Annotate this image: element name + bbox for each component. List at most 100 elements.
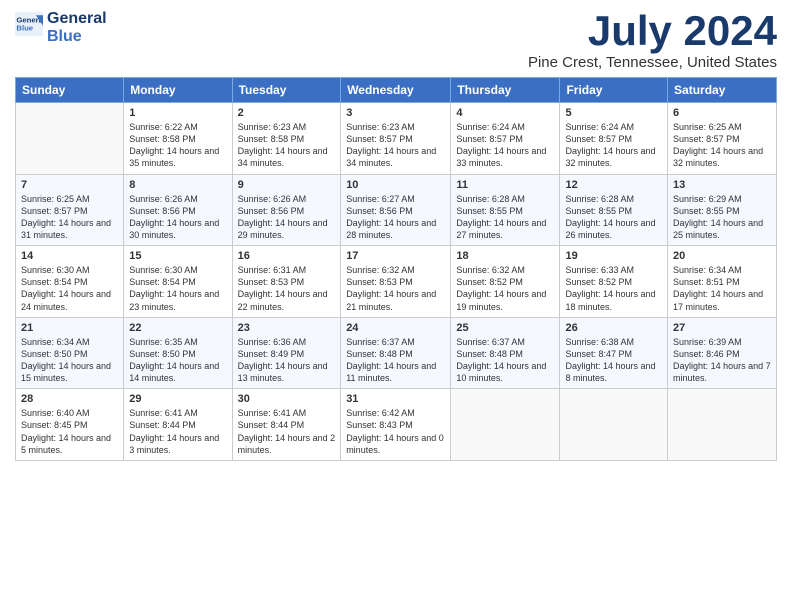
- logo-icon: General Blue: [15, 10, 43, 38]
- week-row-2: 7 Sunrise: 6:25 AM Sunset: 8:57 PM Dayli…: [16, 174, 777, 246]
- cell-content: Sunrise: 6:32 AM Sunset: 8:53 PM Dayligh…: [346, 264, 445, 313]
- day-number: 4: [456, 107, 554, 119]
- calendar-cell: [668, 389, 777, 461]
- cell-content: Sunrise: 6:23 AM Sunset: 8:57 PM Dayligh…: [346, 121, 445, 170]
- day-number: 12: [565, 179, 662, 191]
- calendar-cell: 7 Sunrise: 6:25 AM Sunset: 8:57 PM Dayli…: [16, 174, 124, 246]
- cell-content: Sunrise: 6:30 AM Sunset: 8:54 PM Dayligh…: [129, 264, 226, 313]
- calendar-cell: 29 Sunrise: 6:41 AM Sunset: 8:44 PM Dayl…: [124, 389, 232, 461]
- col-header-friday: Friday: [560, 78, 668, 103]
- day-number: 11: [456, 179, 554, 191]
- day-number: 10: [346, 179, 445, 191]
- cell-content: Sunrise: 6:28 AM Sunset: 8:55 PM Dayligh…: [456, 193, 554, 242]
- logo-blue: Blue: [47, 28, 107, 46]
- cell-content: Sunrise: 6:23 AM Sunset: 8:58 PM Dayligh…: [238, 121, 336, 170]
- title-area: July 2024 Pine Crest, Tennessee, United …: [528, 10, 777, 71]
- calendar-cell: 26 Sunrise: 6:38 AM Sunset: 8:47 PM Dayl…: [560, 317, 668, 389]
- logo-general: General: [47, 10, 107, 28]
- week-row-4: 21 Sunrise: 6:34 AM Sunset: 8:50 PM Dayl…: [16, 317, 777, 389]
- col-header-tuesday: Tuesday: [232, 78, 341, 103]
- day-number: 15: [129, 250, 226, 262]
- cell-content: Sunrise: 6:37 AM Sunset: 8:48 PM Dayligh…: [456, 336, 554, 385]
- day-number: 26: [565, 322, 662, 334]
- cell-content: Sunrise: 6:41 AM Sunset: 8:44 PM Dayligh…: [129, 407, 226, 456]
- calendar-cell: 4 Sunrise: 6:24 AM Sunset: 8:57 PM Dayli…: [451, 103, 560, 175]
- day-number: 31: [346, 393, 445, 405]
- day-number: 7: [21, 179, 118, 191]
- calendar-cell: 18 Sunrise: 6:32 AM Sunset: 8:52 PM Dayl…: [451, 246, 560, 318]
- calendar-cell: 1 Sunrise: 6:22 AM Sunset: 8:58 PM Dayli…: [124, 103, 232, 175]
- day-number: 22: [129, 322, 226, 334]
- cell-content: Sunrise: 6:26 AM Sunset: 8:56 PM Dayligh…: [129, 193, 226, 242]
- day-number: 9: [238, 179, 336, 191]
- calendar-cell: 11 Sunrise: 6:28 AM Sunset: 8:55 PM Dayl…: [451, 174, 560, 246]
- day-number: 24: [346, 322, 445, 334]
- cell-content: Sunrise: 6:34 AM Sunset: 8:51 PM Dayligh…: [673, 264, 771, 313]
- calendar-cell: 25 Sunrise: 6:37 AM Sunset: 8:48 PM Dayl…: [451, 317, 560, 389]
- day-number: 6: [673, 107, 771, 119]
- col-header-monday: Monday: [124, 78, 232, 103]
- day-number: 17: [346, 250, 445, 262]
- cell-content: Sunrise: 6:34 AM Sunset: 8:50 PM Dayligh…: [21, 336, 118, 385]
- day-number: 30: [238, 393, 336, 405]
- month-title: July 2024: [528, 10, 777, 52]
- day-number: 8: [129, 179, 226, 191]
- day-number: 3: [346, 107, 445, 119]
- cell-content: Sunrise: 6:35 AM Sunset: 8:50 PM Dayligh…: [129, 336, 226, 385]
- col-header-wednesday: Wednesday: [341, 78, 451, 103]
- calendar-cell: 20 Sunrise: 6:34 AM Sunset: 8:51 PM Dayl…: [668, 246, 777, 318]
- cell-content: Sunrise: 6:32 AM Sunset: 8:52 PM Dayligh…: [456, 264, 554, 313]
- week-row-3: 14 Sunrise: 6:30 AM Sunset: 8:54 PM Dayl…: [16, 246, 777, 318]
- day-number: 19: [565, 250, 662, 262]
- day-number: 25: [456, 322, 554, 334]
- calendar-cell: 6 Sunrise: 6:25 AM Sunset: 8:57 PM Dayli…: [668, 103, 777, 175]
- day-number: 2: [238, 107, 336, 119]
- cell-content: Sunrise: 6:31 AM Sunset: 8:53 PM Dayligh…: [238, 264, 336, 313]
- cell-content: Sunrise: 6:25 AM Sunset: 8:57 PM Dayligh…: [21, 193, 118, 242]
- calendar-cell: 24 Sunrise: 6:37 AM Sunset: 8:48 PM Dayl…: [341, 317, 451, 389]
- cell-content: Sunrise: 6:41 AM Sunset: 8:44 PM Dayligh…: [238, 407, 336, 456]
- calendar-cell: 17 Sunrise: 6:32 AM Sunset: 8:53 PM Dayl…: [341, 246, 451, 318]
- week-row-5: 28 Sunrise: 6:40 AM Sunset: 8:45 PM Dayl…: [16, 389, 777, 461]
- calendar-cell: 5 Sunrise: 6:24 AM Sunset: 8:57 PM Dayli…: [560, 103, 668, 175]
- day-number: 14: [21, 250, 118, 262]
- calendar-cell: 8 Sunrise: 6:26 AM Sunset: 8:56 PM Dayli…: [124, 174, 232, 246]
- day-number: 29: [129, 393, 226, 405]
- calendar-cell: 12 Sunrise: 6:28 AM Sunset: 8:55 PM Dayl…: [560, 174, 668, 246]
- week-row-1: 1 Sunrise: 6:22 AM Sunset: 8:58 PM Dayli…: [16, 103, 777, 175]
- cell-content: Sunrise: 6:39 AM Sunset: 8:46 PM Dayligh…: [673, 336, 771, 385]
- calendar-cell: 14 Sunrise: 6:30 AM Sunset: 8:54 PM Dayl…: [16, 246, 124, 318]
- calendar-cell: [16, 103, 124, 175]
- calendar-cell: 22 Sunrise: 6:35 AM Sunset: 8:50 PM Dayl…: [124, 317, 232, 389]
- cell-content: Sunrise: 6:38 AM Sunset: 8:47 PM Dayligh…: [565, 336, 662, 385]
- logo: General Blue General Blue: [15, 10, 107, 45]
- calendar-cell: 28 Sunrise: 6:40 AM Sunset: 8:45 PM Dayl…: [16, 389, 124, 461]
- day-number: 13: [673, 179, 771, 191]
- cell-content: Sunrise: 6:40 AM Sunset: 8:45 PM Dayligh…: [21, 407, 118, 456]
- cell-content: Sunrise: 6:30 AM Sunset: 8:54 PM Dayligh…: [21, 264, 118, 313]
- calendar-cell: 30 Sunrise: 6:41 AM Sunset: 8:44 PM Dayl…: [232, 389, 341, 461]
- col-header-thursday: Thursday: [451, 78, 560, 103]
- cell-content: Sunrise: 6:28 AM Sunset: 8:55 PM Dayligh…: [565, 193, 662, 242]
- cell-content: Sunrise: 6:22 AM Sunset: 8:58 PM Dayligh…: [129, 121, 226, 170]
- day-number: 5: [565, 107, 662, 119]
- calendar-cell: 21 Sunrise: 6:34 AM Sunset: 8:50 PM Dayl…: [16, 317, 124, 389]
- cell-content: Sunrise: 6:27 AM Sunset: 8:56 PM Dayligh…: [346, 193, 445, 242]
- calendar-cell: 27 Sunrise: 6:39 AM Sunset: 8:46 PM Dayl…: [668, 317, 777, 389]
- calendar-cell: 10 Sunrise: 6:27 AM Sunset: 8:56 PM Dayl…: [341, 174, 451, 246]
- cell-content: Sunrise: 6:26 AM Sunset: 8:56 PM Dayligh…: [238, 193, 336, 242]
- col-header-saturday: Saturday: [668, 78, 777, 103]
- calendar-cell: 23 Sunrise: 6:36 AM Sunset: 8:49 PM Dayl…: [232, 317, 341, 389]
- cell-content: Sunrise: 6:24 AM Sunset: 8:57 PM Dayligh…: [456, 121, 554, 170]
- calendar-cell: 16 Sunrise: 6:31 AM Sunset: 8:53 PM Dayl…: [232, 246, 341, 318]
- cell-content: Sunrise: 6:42 AM Sunset: 8:43 PM Dayligh…: [346, 407, 445, 456]
- day-number: 18: [456, 250, 554, 262]
- cell-content: Sunrise: 6:37 AM Sunset: 8:48 PM Dayligh…: [346, 336, 445, 385]
- day-number: 23: [238, 322, 336, 334]
- calendar: SundayMondayTuesdayWednesdayThursdayFrid…: [15, 77, 777, 461]
- svg-text:Blue: Blue: [16, 23, 33, 32]
- cell-content: Sunrise: 6:36 AM Sunset: 8:49 PM Dayligh…: [238, 336, 336, 385]
- calendar-cell: [451, 389, 560, 461]
- cell-content: Sunrise: 6:33 AM Sunset: 8:52 PM Dayligh…: [565, 264, 662, 313]
- col-header-sunday: Sunday: [16, 78, 124, 103]
